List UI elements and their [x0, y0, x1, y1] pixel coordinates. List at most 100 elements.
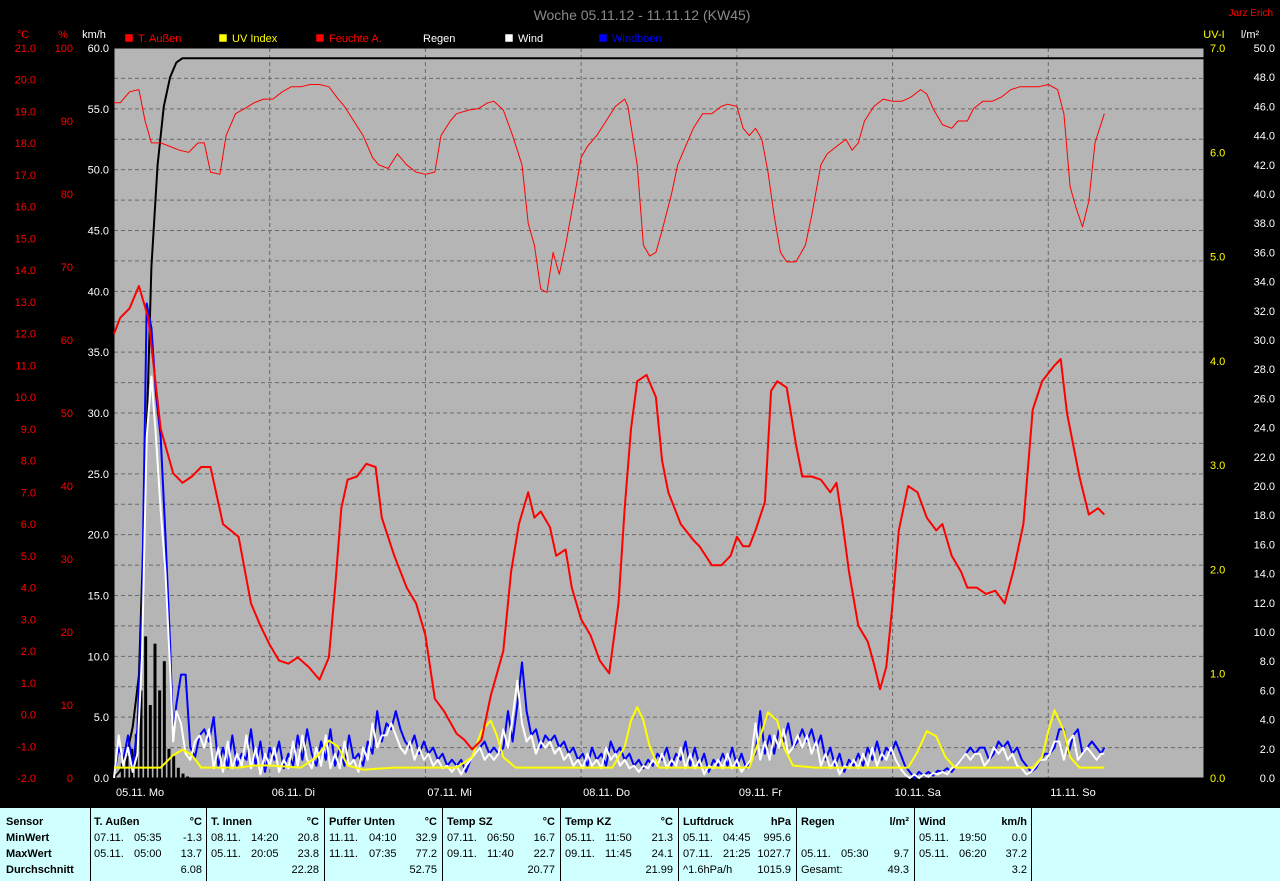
stat-max-time: 07:35: [369, 848, 397, 860]
stat-min-time: 04:45: [723, 832, 751, 844]
stats-col-sensor: Sensor MinWert MaxWert Durchschnitt: [6, 808, 90, 881]
humidity-tick-label: 0: [67, 773, 73, 785]
humidity-tick-label: 20: [61, 627, 73, 639]
stat-label: Temp SZ: [447, 816, 493, 828]
stats-col-wind: Wind km/h 05.11. 19:50 0.0 05.11. 06:20 37.2 3.2: [919, 808, 1027, 881]
humidity-tick-label: 60: [61, 335, 73, 347]
stat-max-value: 77.2: [415, 848, 437, 860]
temp-tick-label: 12.0: [15, 329, 36, 341]
stat-max-value: 37.2: [1005, 848, 1027, 860]
stat-min-value: 32.9: [415, 832, 437, 844]
rain-axis-unit: l/m²: [1241, 29, 1260, 41]
x-tick-label: 08.11. Do: [583, 787, 630, 799]
stats-col-t-aussen: T. Außen °C 07.11. 05:35 -1.3 05.11. 05:00 13.7…: [94, 808, 202, 881]
stat-max-value: 13.7: [180, 848, 202, 860]
stat-label: T. Innen: [211, 816, 252, 828]
stat-max-date: 05.11.: [94, 848, 124, 860]
legend-swatch: [124, 33, 134, 43]
uv-tick-label: 3.0: [1210, 460, 1225, 472]
stat-min-value: 21.3: [651, 832, 673, 844]
temp-tick-label: -1.0: [17, 741, 36, 753]
stat-max-time: 11:40: [487, 848, 514, 860]
x-tick-label: 11.11. So: [1050, 787, 1095, 799]
stat-max-time: 05:30: [841, 848, 869, 860]
sensor-header: Sensor: [6, 816, 44, 828]
uv-tick-label: 6.0: [1210, 147, 1225, 159]
rain-bar: [186, 776, 190, 778]
stat-unit: hPa: [770, 816, 791, 828]
legend-label: Wind: [518, 33, 543, 45]
temp-tick-label: 0.0: [21, 710, 36, 722]
stat-min-time: 19:50: [959, 832, 987, 844]
stat-max-time: 06:20: [959, 848, 987, 860]
humidity-tick-label: 70: [61, 262, 73, 274]
humidity-tick-label: 50: [61, 408, 73, 420]
stat-min-value: -1.3: [183, 832, 202, 844]
stat-min-time: 06:50: [487, 832, 515, 844]
rain-bar: [181, 773, 185, 778]
wind-tick-label: 0.0: [94, 773, 109, 785]
stat-label: Luftdruck: [683, 816, 734, 828]
chart-title: Woche 05.11.12 - 11.11.12 (KW45): [534, 7, 751, 23]
uv-tick-label: 2.0: [1210, 564, 1225, 576]
stat-min-time: 05:35: [134, 832, 162, 844]
stat-avg-value: 20.77: [527, 864, 555, 876]
stat-avg-label: Gesamt:: [801, 864, 843, 876]
stat-min-date: 11.11.: [329, 832, 358, 844]
stat-unit: °C: [542, 816, 555, 828]
uv-tick-label: 4.0: [1210, 356, 1225, 368]
stat-max-date: 09.11.: [565, 848, 595, 860]
humidity-tick-label: 100: [55, 43, 73, 55]
rain-tick-label: 16.0: [1254, 539, 1275, 551]
wind-tick-label: 30.0: [88, 408, 109, 420]
stats-col-temp-sz: Temp SZ °C 07.11. 06:50 16.7 09.11. 11:40 22.7 2…: [447, 808, 555, 881]
humidity-axis-unit: %: [58, 29, 68, 41]
temp-tick-label: 13.0: [15, 297, 36, 309]
weather-chart: 21.0 20.0 19.0 18.0 17.0 16.0 15.0 14.0 13.0 12.0…: [0, 0, 1280, 806]
stat-max-value: 22.7: [533, 848, 555, 860]
stat-min-value: 995.6: [763, 832, 791, 844]
humidity-tick-label: 10: [61, 700, 73, 712]
temp-tick-label: 16.0: [15, 202, 36, 214]
stats-col-puffer: Puffer Unten °C 11.11. 04:10 32.9 11.11. 07:35…: [329, 808, 437, 881]
x-tick-label: 06.11. Di: [272, 787, 315, 799]
legend-swatch: [409, 33, 419, 43]
stat-min-date: 08.11.: [211, 832, 241, 844]
uv-axis-unit: UV-I: [1203, 29, 1224, 41]
rain-bar: [176, 767, 180, 778]
wind-tick-label: 45.0: [88, 226, 109, 238]
author-label: Jarz Erich: [1229, 8, 1273, 19]
rain-tick-label: 42.0: [1254, 160, 1275, 172]
rain-tick-label: 18.0: [1254, 510, 1275, 522]
wind-tick-label: 15.0: [88, 591, 109, 603]
temp-tick-label: 9.0: [21, 424, 36, 436]
stat-unit: l/m²: [889, 816, 909, 828]
stat-min-value: 16.7: [533, 832, 555, 844]
rain-tick-label: 50.0: [1254, 43, 1275, 55]
uv-tick-label: 7.0: [1210, 43, 1225, 55]
temp-tick-label: 21.0: [15, 43, 36, 55]
stat-unit: km/h: [1001, 816, 1027, 828]
stat-avg-value: 3.2: [1011, 864, 1027, 876]
wind-tick-label: 55.0: [88, 104, 109, 116]
minwert-label: MinWert: [6, 832, 50, 844]
stats-col-t-innen: T. Innen °C 08.11. 14:20 20.8 05.11. 20:05 23.8…: [211, 808, 319, 881]
legend-label: T. Außen: [138, 33, 181, 45]
rain-bar: [172, 756, 176, 778]
stat-max-time: 20:05: [251, 848, 279, 860]
rain-tick-label: 8.0: [1260, 656, 1275, 668]
temp-tick-label: 8.0: [21, 456, 36, 468]
rain-tick-label: 38.0: [1254, 218, 1275, 230]
maxwert-label: MaxWert: [6, 848, 52, 860]
stat-avg-label: ^1.6hPa/h: [683, 864, 733, 876]
legend-label: Feuchte A.: [329, 33, 382, 45]
stat-max-date: 05.11.: [919, 848, 949, 860]
uv-tick-label: 5.0: [1210, 252, 1225, 264]
rain-tick-label: 40.0: [1254, 189, 1275, 201]
temp-tick-label: 2.0: [21, 646, 36, 658]
wind-tick-label: 35.0: [88, 347, 109, 359]
temp-tick-label: 19.0: [15, 106, 36, 118]
uv-tick-label: 1.0: [1210, 669, 1225, 681]
stat-min-date: 05.11.: [919, 832, 949, 844]
stat-label: T. Außen: [94, 816, 140, 828]
